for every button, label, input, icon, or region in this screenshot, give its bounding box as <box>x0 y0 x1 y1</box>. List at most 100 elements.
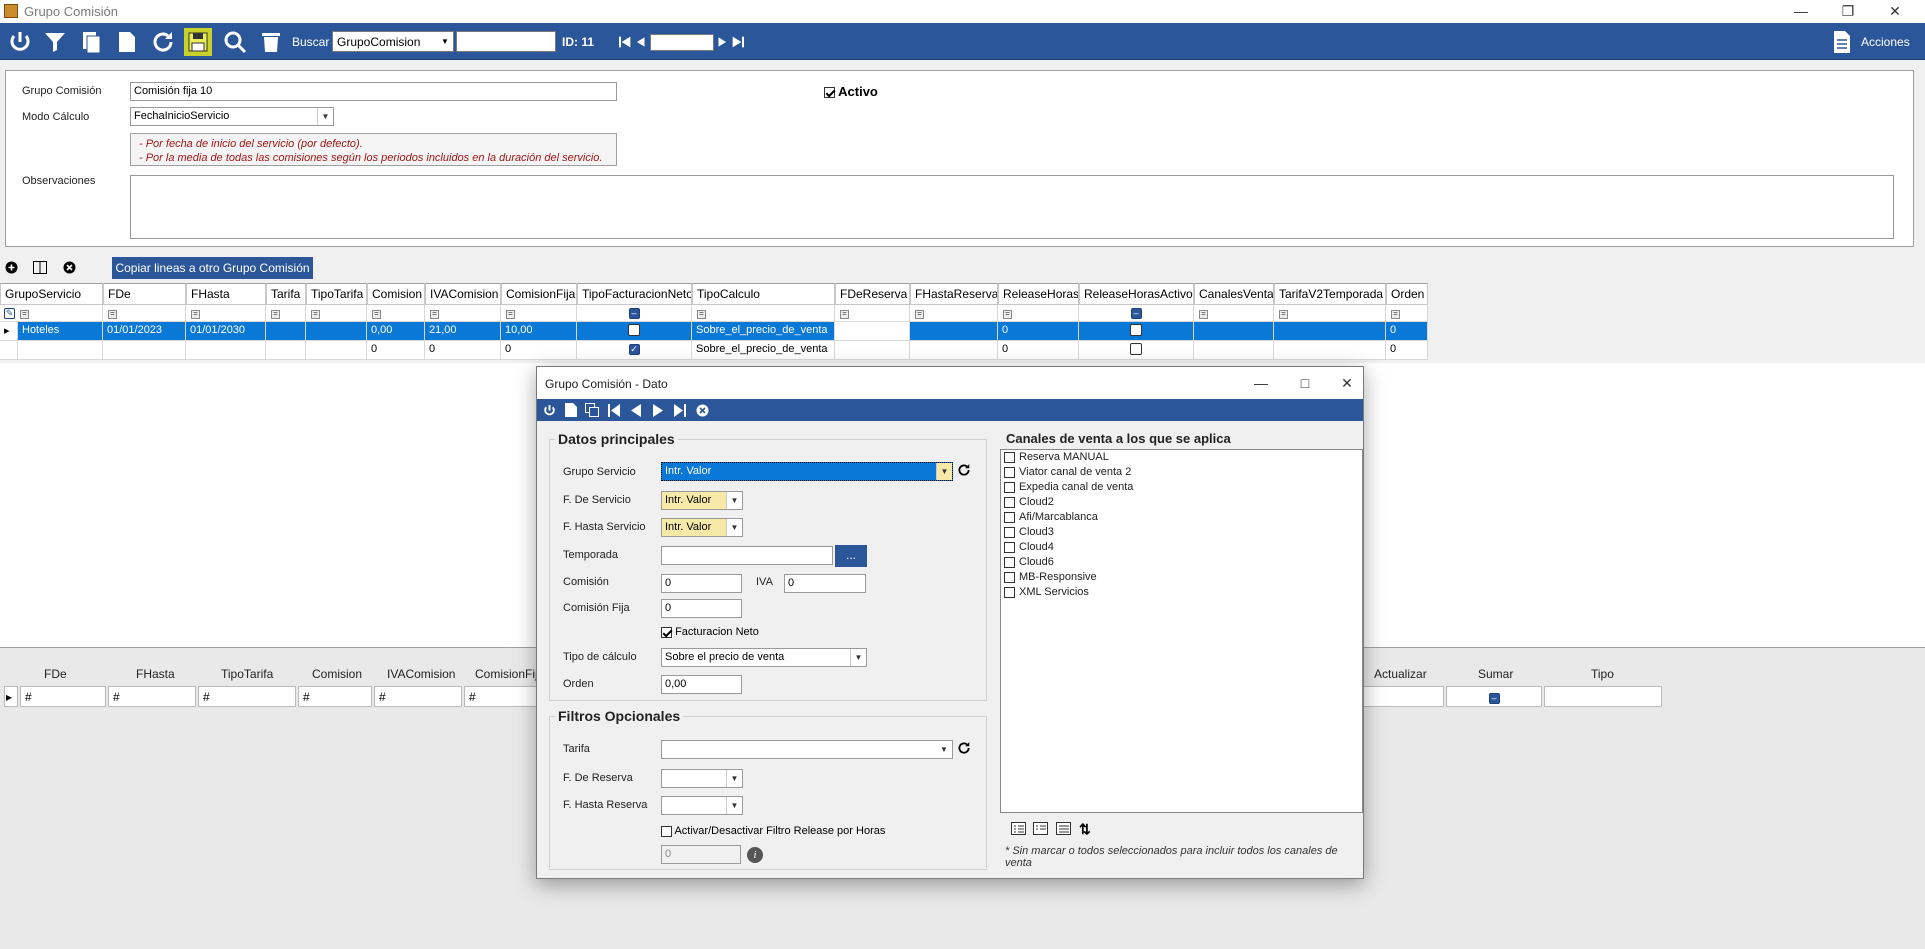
table-cell[interactable]: 0 <box>998 322 1079 341</box>
table-cell[interactable] <box>18 341 103 360</box>
lower-col-comision[interactable]: Comision <box>312 667 362 681</box>
iva-input[interactable]: 0 <box>784 574 866 593</box>
search-field-select[interactable]: GrupoComision ▼ <box>332 31 454 52</box>
add-row-icon[interactable] <box>4 260 18 274</box>
filter-cell[interactable]: = <box>103 305 186 322</box>
table-cell[interactable] <box>1194 322 1274 341</box>
lower-filter-sumar[interactable]: – <box>1446 686 1542 707</box>
actions-icon[interactable] <box>1828 28 1856 56</box>
col-header-fde[interactable]: FDe <box>103 283 186 305</box>
lower-filter-tipotarifa[interactable]: # <box>198 686 296 707</box>
channel-item[interactable]: Viator canal de venta 2 <box>1004 466 1131 478</box>
col-header-fhasta[interactable]: FHasta <box>186 283 266 305</box>
table-cell[interactable] <box>910 341 998 360</box>
table-cell[interactable]: Sobre_el_precio_de_venta <box>692 341 835 360</box>
power-icon[interactable] <box>541 402 557 418</box>
channel-item[interactable]: XML Servicios <box>1004 586 1089 598</box>
filter-cell[interactable]: = <box>186 305 266 322</box>
channel-item[interactable]: Cloud2 <box>1004 496 1054 508</box>
channel-checkbox[interactable] <box>1004 466 1015 478</box>
tipo-calculo-select[interactable]: Sobre el precio de venta ▼ <box>661 648 867 667</box>
filter-cell[interactable]: = <box>1194 305 1274 322</box>
copy-lines-button[interactable]: Copiar lineas a otro Grupo Comisión <box>112 257 313 279</box>
table-cell-checkbox[interactable] <box>577 322 692 341</box>
lower-col-fde[interactable]: FDe <box>44 667 67 681</box>
lower-filter-fhasta[interactable]: # <box>108 686 196 707</box>
table-cell-checkbox[interactable]: ✓ <box>577 341 692 360</box>
col-header-comision[interactable]: Comision <box>367 283 425 305</box>
comision-input[interactable]: 0 <box>661 574 742 593</box>
col-header-tarifav2temporada[interactable]: TarifaV2Temporada <box>1274 283 1386 305</box>
refresh-icon[interactable] <box>957 463 973 479</box>
table-cell[interactable]: 0 <box>501 341 577 360</box>
col-header-tipofacturacionneto[interactable]: TipoFacturacionNeto <box>577 283 692 305</box>
table-cell[interactable]: Sobre_el_precio_de_venta <box>692 322 835 341</box>
channel-item[interactable]: Cloud4 <box>1004 541 1054 553</box>
filter-cell[interactable]: – <box>577 305 692 322</box>
restore-button[interactable]: ❐ <box>1825 0 1871 22</box>
table-cell[interactable] <box>266 341 306 360</box>
filter-cell[interactable]: = <box>835 305 910 322</box>
select-none-icon[interactable] <box>1033 822 1049 836</box>
last-record-icon[interactable] <box>730 28 746 56</box>
filter-cell[interactable]: = <box>692 305 835 322</box>
lower-filter-comisionfij[interactable]: # <box>464 686 544 707</box>
select-all-icon[interactable] <box>1011 822 1027 836</box>
channel-checkbox[interactable] <box>1004 526 1015 538</box>
next-record-icon[interactable] <box>715 28 729 56</box>
filter-cell[interactable]: – <box>1079 305 1194 322</box>
channel-checkbox[interactable] <box>1004 586 1015 598</box>
col-header-ivacomision[interactable]: IVAComision <box>425 283 501 305</box>
modo-calculo-select[interactable]: FechaInicioServicio ▼ <box>130 107 334 126</box>
lower-col-tipo[interactable]: Tipo <box>1591 667 1614 681</box>
table-cell[interactable] <box>306 322 367 341</box>
refresh-icon[interactable] <box>957 741 973 757</box>
filter-cell[interactable]: = <box>425 305 501 322</box>
copy-document-icon[interactable] <box>77 28 105 56</box>
channel-item[interactable]: Expedia canal de venta <box>1004 481 1133 493</box>
table-cell[interactable]: 0 <box>425 341 501 360</box>
remove-row-icon[interactable] <box>62 260 76 274</box>
filter-cell[interactable]: = <box>306 305 367 322</box>
table-cell[interactable] <box>910 322 998 341</box>
filter-icon[interactable] <box>41 28 69 56</box>
copy-icon[interactable] <box>584 402 600 418</box>
row-indicator[interactable] <box>0 341 18 360</box>
previous-record-icon[interactable] <box>634 28 648 56</box>
table-cell[interactable] <box>306 341 367 360</box>
channel-checkbox[interactable] <box>1004 556 1015 568</box>
table-cell[interactable] <box>835 322 910 341</box>
col-header-releasehoras[interactable]: ReleaseHoras <box>998 283 1079 305</box>
table-cell[interactable] <box>266 322 306 341</box>
search-input[interactable] <box>456 31 556 52</box>
minimize-button[interactable]: — <box>1778 0 1824 22</box>
filter-cell[interactable]: = <box>1386 305 1428 322</box>
new-document-icon[interactable] <box>113 28 141 56</box>
sort-icon[interactable]: ⇅ <box>1079 821 1095 837</box>
lower-filter-actualizar[interactable] <box>1360 686 1444 707</box>
facturacion-neto-check[interactable] <box>661 626 672 638</box>
refresh-icon[interactable] <box>149 28 177 56</box>
table-cell[interactable] <box>1274 322 1386 341</box>
record-navigator-input[interactable] <box>650 34 714 51</box>
row-indicator-icon[interactable]: ▸ <box>4 686 18 707</box>
table-cell[interactable]: 21,00 <box>425 322 501 341</box>
first-record-icon[interactable] <box>606 402 622 418</box>
table-cell[interactable] <box>103 341 186 360</box>
power-icon[interactable] <box>6 28 34 56</box>
table-cell[interactable]: 0 <box>998 341 1079 360</box>
col-header-canalesventa[interactable]: CanalesVenta <box>1194 283 1274 305</box>
channel-checkbox[interactable] <box>1004 451 1015 463</box>
table-cell-checkbox[interactable] <box>1079 322 1194 341</box>
f-hasta-reserva-select[interactable]: ▼ <box>661 796 743 815</box>
save-icon[interactable] <box>184 28 212 56</box>
lower-col-sumar[interactable]: Sumar <box>1478 667 1513 681</box>
grupo-comision-input[interactable]: Comisión fija 10 <box>130 82 617 101</box>
lower-filter-fde[interactable]: # <box>20 686 106 707</box>
table-cell[interactable] <box>835 341 910 360</box>
comision-fija-input[interactable]: 0 <box>661 599 742 618</box>
table-cell[interactable]: 10,00 <box>501 322 577 341</box>
col-header-fdereserva[interactable]: FDeReserva <box>835 283 910 305</box>
col-header-tipocalculo[interactable]: TipoCalculo <box>692 283 835 305</box>
lower-col-fhasta[interactable]: FHasta <box>136 667 175 681</box>
